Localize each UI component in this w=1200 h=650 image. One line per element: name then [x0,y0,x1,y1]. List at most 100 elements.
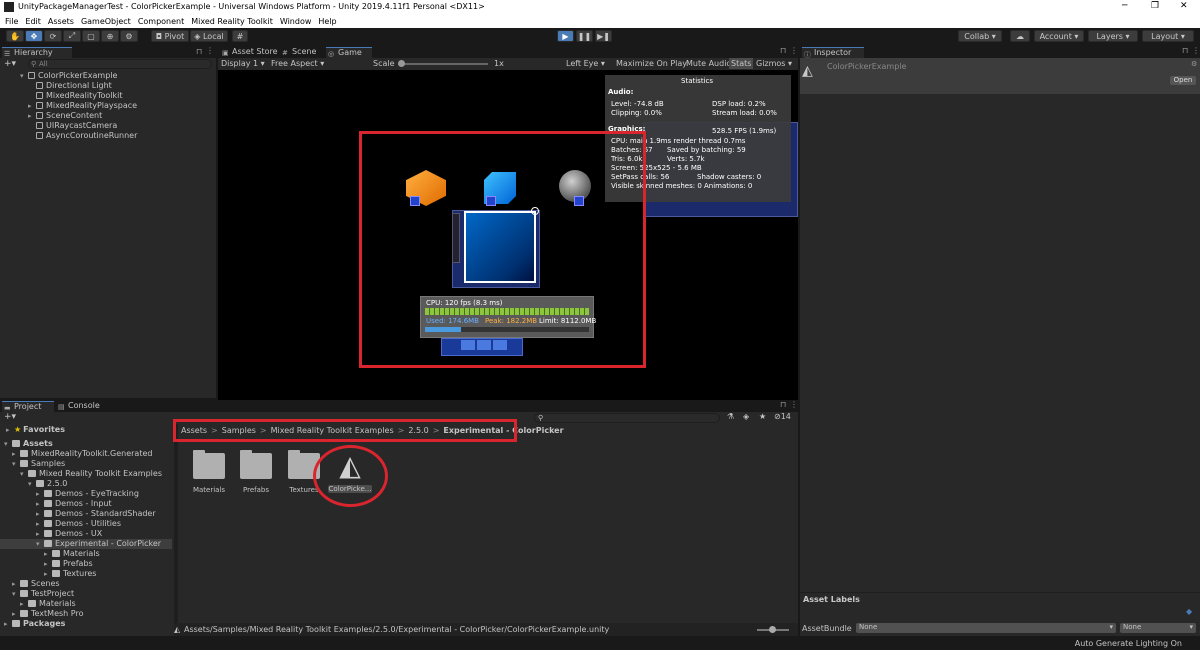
pause-button[interactable]: ❚❚ [576,30,593,42]
expand-arrow-icon[interactable]: ▾ [28,480,36,488]
expand-arrow-icon[interactable]: ▸ [36,510,44,518]
icon-size-slider-handle[interactable] [769,626,776,633]
icon-size-slider[interactable] [757,626,789,633]
tree-item[interactable]: ▸ Demos - StandardShader [36,509,172,519]
menu-help[interactable]: Help [318,17,336,26]
stats-toggle[interactable]: Stats [729,58,754,69]
rect-tool-icon[interactable]: ▢ [82,30,100,42]
expand-arrow-icon[interactable]: ▸ [44,560,52,568]
color-picker-swatch[interactable] [464,211,536,283]
tree-item[interactable]: ▸ Scenes [12,579,172,589]
tree-item[interactable]: ▸ Demos - Utilities [36,519,172,529]
hierarchy-item[interactable]: UIRaycastCamera [36,121,117,131]
cloud-icon[interactable]: ☁ [1010,30,1030,42]
tree-item[interactable]: ▾ Samples [12,459,172,469]
pivot-toggle[interactable]: ◘ Pivot [151,30,189,42]
scale-slider-handle[interactable] [398,60,405,67]
step-button[interactable]: ▶❚ [595,30,612,42]
layout-dropdown[interactable]: Layout ▾ [1142,30,1194,42]
lock-icon[interactable]: ⊓ [1182,46,1188,55]
panel-menu-icon[interactable]: ⋮ [206,46,214,55]
expand-arrow-icon[interactable]: ▸ [44,550,52,558]
expand-arrow-icon[interactable]: ▸ [36,490,44,498]
expand-arrow-icon[interactable]: ▸ [4,620,12,628]
expand-arrow-icon[interactable]: ▾ [12,460,20,468]
lock-icon[interactable]: ⊓ [780,400,786,409]
menu-gameobject[interactable]: GameObject [81,17,131,26]
expand-arrow-icon[interactable]: ▸ [36,520,44,528]
tab-hierarchy[interactable]: ☰ Hierarchy [2,47,72,58]
hierarchy-search-input[interactable]: ⚲ All [28,59,212,69]
hierarchy-root[interactable]: ▾ ColorPickerExample [20,71,117,81]
transform-tool-icon[interactable]: ⊕ [101,30,119,42]
aspect-dropdown[interactable]: Free Aspect ▾ [271,59,324,68]
tree-item[interactable]: ▸ Demos - Input [36,499,172,509]
eye-dropdown[interactable]: Left Eye ▾ [566,59,605,68]
scale-slider[interactable] [398,60,488,67]
settings-icon[interactable]: ⚙ [1191,60,1197,68]
tree-item[interactable]: ▾ Mixed Reality Toolkit Examples [20,469,172,479]
gizmos-dropdown[interactable]: Gizmos ▾ [756,59,792,68]
hierarchy-item[interactable]: AsyncCoroutineRunner [36,131,137,141]
hierarchy-item[interactable]: ▸ SceneContent [28,111,102,121]
tag-icon[interactable]: ◆ [1186,607,1192,616]
menu-file[interactable]: File [5,17,18,26]
expand-arrow-icon[interactable]: ▾ [36,540,44,548]
hierarchy-item[interactable]: MixedRealityToolkit [36,91,122,101]
color-picker-handle[interactable] [531,207,539,215]
tree-item[interactable]: ▸ Demos - UX [36,529,172,539]
panel-menu-icon[interactable]: ⋮ [790,46,798,55]
panel-menu-icon[interactable]: ⋮ [790,400,798,409]
expand-arrow-icon[interactable]: ▸ [12,580,20,588]
tree-item[interactable]: ▾ 2.5.0 [28,479,172,489]
menu-edit[interactable]: Edit [25,17,41,26]
scale-tool-icon[interactable]: ⤢ [63,30,81,42]
project-create-button[interactable]: +▾ [4,412,16,422]
menu-mixed-reality-toolkit[interactable]: Mixed Reality Toolkit [191,17,273,26]
tab-project[interactable]: ▬ Project [2,401,54,412]
account-dropdown[interactable]: Account ▾ [1034,30,1084,42]
hidden-eye-icon[interactable]: ⊘14 [774,412,791,421]
grid-snap-icon[interactable]: # [232,30,248,42]
layers-dropdown[interactable]: Layers ▾ [1088,30,1138,42]
expand-arrow-icon[interactable]: ▾ [4,440,12,448]
expand-arrow-icon[interactable]: ▸ [20,600,28,608]
tab-game[interactable]: ◎ Game [326,47,372,58]
favorites-header[interactable]: ▸ ★ Favorites [6,425,65,435]
tree-splitter[interactable] [174,424,178,632]
lock-icon[interactable]: ⊓ [196,47,202,56]
tab-console[interactable]: ▤ Console [56,401,108,412]
hierarchy-item[interactable]: ▸ MixedRealityPlayspace [28,101,137,111]
tree-item[interactable]: ▾ Assets [4,439,172,449]
tree-item[interactable]: ▾ TestProject [12,589,172,599]
tree-item[interactable]: ▸ Textures [44,569,172,579]
display-dropdown[interactable]: Display 1 ▾ [221,59,265,68]
tree-item[interactable]: ▸ MixedRealityToolkit.Generated [12,449,172,459]
menu-window[interactable]: Window [280,17,312,26]
hand-tool-icon[interactable]: ✋ [6,30,24,42]
expand-arrow-icon[interactable]: ▸ [36,530,44,538]
rotate-tool-icon[interactable]: ⟳ [44,30,62,42]
move-tool-icon[interactable]: ✥ [25,30,43,42]
tree-item[interactable]: ▸ Materials [44,549,172,559]
maximize-button[interactable]: ❐ [1151,1,1159,11]
color-picker-side-bar[interactable] [452,213,460,263]
custom-tool-icon[interactable]: ⚙ [120,30,138,42]
game-view[interactable]: Statistics Audio: Level: -74.8 dB DSP lo… [218,70,798,400]
expand-arrow-icon[interactable]: ▸ [12,610,20,618]
panel-menu-icon[interactable]: ⋮ [1192,46,1200,55]
filter-type-icon[interactable]: ⚗ [727,412,734,421]
menu-assets[interactable]: Assets [48,17,74,26]
tab-inspector[interactable]: ⓘ Inspector [802,47,864,59]
tree-item[interactable]: ▸ Materials [20,599,172,609]
create-button[interactable]: +▾ [4,59,18,69]
menu-component[interactable]: Component [138,17,184,26]
local-toggle[interactable]: ◈ Local [190,30,228,42]
expand-arrow-icon[interactable]: ▾ [12,590,20,598]
tree-item[interactable]: ▸ TextMesh Pro [12,609,172,619]
asset-bundle-dropdown[interactable]: None ▾ [856,623,1116,633]
tab-scene[interactable]: # Scene [280,47,324,58]
favorite-star-icon[interactable]: ★ [759,412,766,421]
expand-arrow-icon[interactable]: ▾ [20,470,28,478]
open-button[interactable]: Open [1170,76,1196,85]
